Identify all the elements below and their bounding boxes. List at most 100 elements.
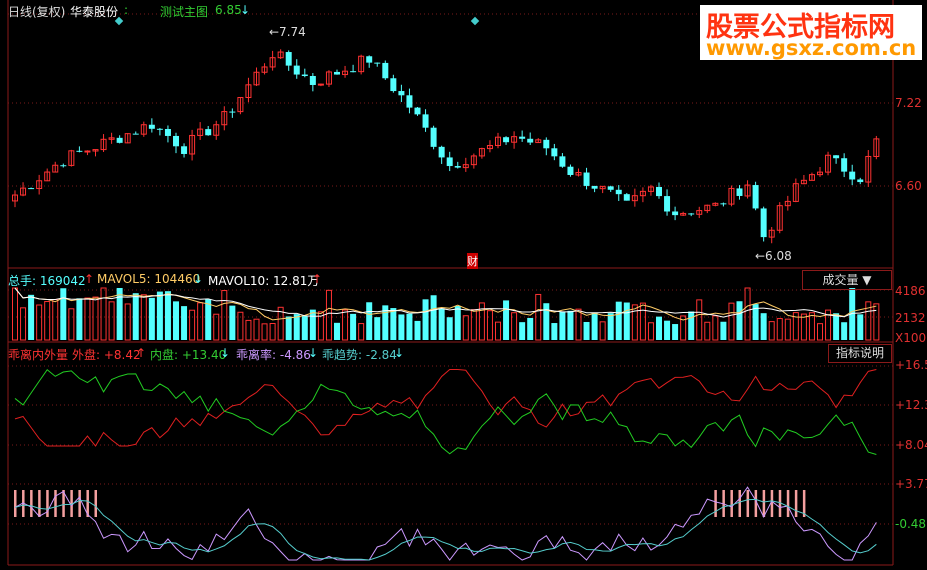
volume-bar [366,302,373,340]
volume-bar [245,319,252,341]
osc-tick: +8.04 [895,438,927,452]
volume-bar [704,321,711,341]
candle-body [583,172,590,186]
volume-bar [672,324,679,340]
volume-bar [808,312,815,341]
candle-body [406,95,413,108]
trend-bar [46,490,49,517]
down-arrow-icon: ↓ [193,272,204,286]
volume-bar [285,316,292,340]
volume-bar [28,294,35,340]
volume-bar [800,313,807,341]
volume-bar [269,322,276,341]
volume-bar [744,287,751,341]
trend-bar [746,490,750,517]
volume-bar [52,299,59,341]
watermark-url: www.gsxz.com.cn [706,36,917,60]
volume-bar [615,301,622,340]
indicator-value: 6.85 [215,3,242,17]
volume-bar [173,301,179,340]
volume-bar [736,301,743,340]
candle-body [857,179,864,183]
osc-name: 乖离内外量 [8,348,69,362]
bias-value: 乖离率: -4.86 [236,348,311,362]
candle-body [527,138,534,143]
candle-body [116,137,123,143]
trend-bar [794,490,798,517]
candle-body [559,156,566,167]
candle-body [374,62,381,64]
volume-bar [164,291,171,340]
up-arrow-icon: ↑ [84,272,95,286]
candle-body [317,83,324,86]
volume-bar [229,305,236,340]
candle-body [60,165,67,167]
up-arrow-icon: ↑ [312,272,323,286]
candle-body [229,111,236,113]
candle-body [672,211,679,216]
volume-bar [430,295,437,340]
inner-line [14,368,877,455]
volume-bar [527,317,534,340]
candle-body [656,186,662,197]
candle-body [736,188,743,196]
price-tick: 7.22 [895,96,922,110]
indicator-selector[interactable]: 成交量 ▼ [802,270,892,290]
volume-bar [712,315,719,341]
volume-bar [752,304,759,340]
candle-body [414,107,421,115]
candle-body [430,127,437,147]
volume-bar [495,321,501,341]
candle-body [664,196,671,212]
down-arrow-icon: ↓ [394,346,405,360]
candle-body [623,194,630,201]
volume-bar [20,307,27,341]
mavol10-line [14,287,877,318]
volume-bar [833,313,840,340]
volume-tick: 4186 [895,284,926,298]
volume-bar [760,313,767,340]
volume-bar [462,315,469,341]
volume-bar [358,323,365,341]
volume-bar [720,321,727,340]
volume-bar [647,322,654,341]
candle-body [301,74,308,76]
candle-body [615,189,622,195]
trend-bar [730,490,733,517]
volume-bar [76,298,83,340]
volume-bar [213,313,220,341]
volume-bar [817,323,823,341]
volume-bar [607,313,614,340]
indicator-help-button[interactable]: 指标说明 [828,344,892,363]
trend-bar [94,490,97,517]
volume-bar [696,299,703,341]
outer-value: 外盘: +8.42 [72,348,141,362]
trend-bar [30,490,33,517]
osc-tick: +16.5 [895,358,927,372]
volume-bar [664,320,671,340]
candle-body [519,136,526,139]
volume-bar [486,310,493,341]
mavol5-line [14,287,877,321]
volume-bar [857,314,864,340]
volume-bar [342,309,349,341]
volume-bar [438,308,445,340]
finance-marker[interactable]: 财 [467,253,478,269]
volume-bar [639,302,646,341]
candle-body [285,52,292,66]
diamond-marker [470,16,480,26]
osc-tick: +12.3 [895,398,927,412]
volume-bar [688,311,695,340]
candle-body [181,146,188,154]
candle-body [28,188,35,190]
candle-body [422,114,429,128]
volume-bar [841,322,848,340]
volume-bar [253,318,260,341]
candle-body [390,78,397,92]
volume-unit: X100 [895,331,927,345]
volume-bar [414,320,421,340]
candle-body [841,158,848,172]
trend-bar [786,490,790,517]
candle-body [156,128,163,130]
volume-bar [406,313,413,340]
